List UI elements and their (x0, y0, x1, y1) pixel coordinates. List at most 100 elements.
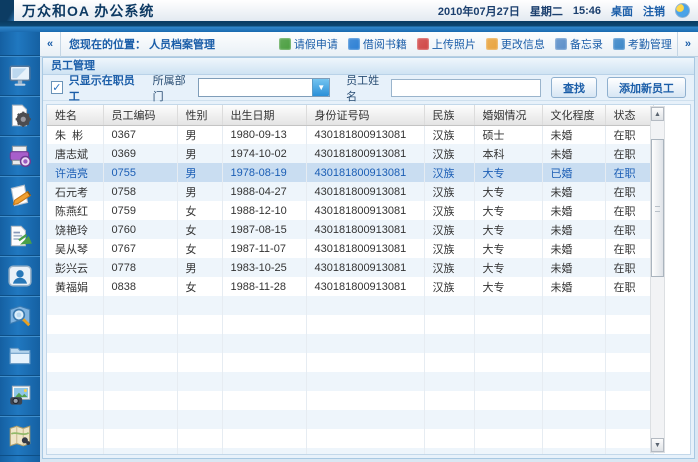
chevron-down-icon[interactable]: ▼ (312, 79, 329, 96)
toolbar-item-1[interactable]: 请假申请 (274, 36, 343, 52)
empty-row (47, 429, 653, 448)
employee-table: 姓名员工编码性别出生日期身份证号码民族婚姻情况文化程度状态 朱 彬0367男19… (47, 105, 654, 455)
empty-cell (222, 296, 306, 315)
empty-cell (542, 334, 605, 353)
collapse-sidebar-button[interactable]: « (40, 32, 61, 57)
table-cell: 黄福娟 (47, 277, 103, 296)
table-cell: 0838 (103, 277, 177, 296)
app-title: 万众和OA 办公系统 (22, 1, 154, 21)
empty-cell (605, 391, 653, 410)
monitor-icon (7, 63, 33, 89)
table-cell: 未婚 (542, 182, 605, 201)
leave-request-icon (279, 38, 291, 50)
toolbar-item-label: 考勤管理 (628, 36, 672, 52)
sidebar-item-desktop[interactable] (0, 56, 40, 96)
table-row[interactable]: 陈燕红0759女1988-12-10430181800913081汉族大专未婚在… (47, 201, 653, 220)
table-row[interactable]: 许浩亮0755男1978-08-19430181800913081汉族大专已婚在… (47, 163, 653, 182)
table-row[interactable]: 石元考0758男1988-04-27430181800913081汉族大专未婚在… (47, 182, 653, 201)
empty-cell (177, 448, 222, 455)
empty-cell (542, 353, 605, 372)
column-header-5[interactable]: 身份证号码 (306, 105, 424, 125)
toolbar-item-4[interactable]: 更改信息 (481, 36, 550, 52)
sidebar-item-photos[interactable] (0, 376, 40, 416)
table-row[interactable]: 黄福娟0838女1988-11-28430181800913081汉族大专未婚在… (47, 277, 653, 296)
title-bar-right: 2010年07月27日 星期二 15:46 桌面 注销 (438, 3, 698, 19)
column-header-4[interactable]: 出生日期 (222, 105, 306, 125)
empty-row (47, 372, 653, 391)
table-cell: 汉族 (424, 144, 474, 163)
empty-cell (306, 391, 424, 410)
sidebar-item-compose[interactable] (0, 176, 40, 216)
toolbar-item-6[interactable]: 考勤管理 (608, 36, 677, 52)
toolbar-item-label: 上传照片 (432, 36, 476, 52)
table-cell: 男 (177, 182, 222, 201)
table-cell: 未婚 (542, 220, 605, 239)
column-header-9[interactable]: 状态 (605, 105, 653, 125)
table-cell: 1988-12-10 (222, 201, 306, 220)
empty-cell (424, 315, 474, 334)
empty-cell (605, 353, 653, 372)
vertical-scrollbar[interactable]: ▲ ▼ (650, 106, 665, 453)
desktop-link[interactable]: 桌面 (611, 3, 633, 19)
messenger-icon[interactable] (675, 3, 690, 18)
table-row[interactable]: 朱 彬0367男1980-09-13430181800913081汉族硕士未婚在… (47, 125, 653, 144)
toolbar-more-button[interactable]: » (677, 32, 698, 57)
toolbar-item-label: 请假申请 (294, 36, 338, 52)
table-cell: 0758 (103, 182, 177, 201)
sidebar (0, 32, 40, 462)
empty-cell (47, 410, 103, 429)
column-header-7[interactable]: 婚姻情况 (474, 105, 542, 125)
table-cell: 未婚 (542, 144, 605, 163)
table-row[interactable]: 饶艳玲0760女1987-08-15430181800913081汉族大专未婚在… (47, 220, 653, 239)
logout-link[interactable]: 注销 (643, 3, 665, 19)
column-header-8[interactable]: 文化程度 (542, 105, 605, 125)
toolbar-item-5[interactable]: 备忘录 (550, 36, 608, 52)
empty-cell (177, 429, 222, 448)
table-cell: 吴从琴 (47, 239, 103, 258)
document-pen-icon (7, 183, 33, 209)
table-cell: 430181800913081 (306, 258, 424, 277)
table-cell: 1974-10-02 (222, 144, 306, 163)
show-active-checkbox[interactable]: ✓ (51, 81, 63, 94)
employee-name-input[interactable] (391, 79, 541, 97)
sidebar-item-document-settings[interactable] (0, 96, 40, 136)
sidebar-item-personnel[interactable] (0, 256, 40, 296)
table-cell: 430181800913081 (306, 182, 424, 201)
table-cell: 彭兴云 (47, 258, 103, 277)
sidebar-item-document-search[interactable] (0, 296, 40, 336)
toolbar-item-2[interactable]: 借阅书籍 (343, 36, 412, 52)
sidebar-item-folders[interactable] (0, 336, 40, 376)
toolbar-item-3[interactable]: 上传照片 (412, 36, 481, 52)
table-cell: 在职 (605, 258, 653, 277)
empty-cell (306, 296, 424, 315)
table-cell: 朱 彬 (47, 125, 103, 144)
search-button[interactable]: 查找 (551, 77, 597, 98)
sidebar-item-reports[interactable] (0, 216, 40, 256)
table-cell: 大专 (474, 277, 542, 296)
scroll-up-button[interactable]: ▲ (651, 107, 664, 121)
table-row[interactable]: 唐志斌0369男1974-10-02430181800913081汉族本科未婚在… (47, 144, 653, 163)
column-header-1[interactable]: 姓名 (47, 105, 103, 125)
empty-cell (103, 410, 177, 429)
scroll-down-button[interactable]: ▼ (651, 438, 664, 452)
empty-cell (103, 353, 177, 372)
empty-cell (47, 372, 103, 391)
table-cell: 大专 (474, 258, 542, 277)
sidebar-item-map[interactable] (0, 416, 40, 456)
column-header-6[interactable]: 民族 (424, 105, 474, 125)
scrollbar-thumb[interactable] (651, 139, 664, 277)
column-header-3[interactable]: 性别 (177, 105, 222, 125)
breadcrumb-bar: « 您现在的位置： 人员档案管理 请假申请借阅书籍上传照片更改信息备忘录考勤管理… (40, 32, 698, 57)
empty-cell (47, 429, 103, 448)
column-header-2[interactable]: 员工编码 (103, 105, 177, 125)
empty-cell (177, 410, 222, 429)
empty-cell (222, 372, 306, 391)
sidebar-item-print[interactable] (0, 136, 40, 176)
add-employee-button[interactable]: 添加新员工 (607, 77, 686, 98)
table-row[interactable]: 吴从琴0767女1987-11-07430181800913081汉族大专未婚在… (47, 239, 653, 258)
department-select[interactable]: ▼ (198, 78, 331, 97)
table-cell: 1987-11-07 (222, 239, 306, 258)
book-search-icon (7, 303, 33, 329)
table-row[interactable]: 彭兴云0778男1983-10-25430181800913081汉族大专未婚在… (47, 258, 653, 277)
table-cell: 未婚 (542, 125, 605, 144)
